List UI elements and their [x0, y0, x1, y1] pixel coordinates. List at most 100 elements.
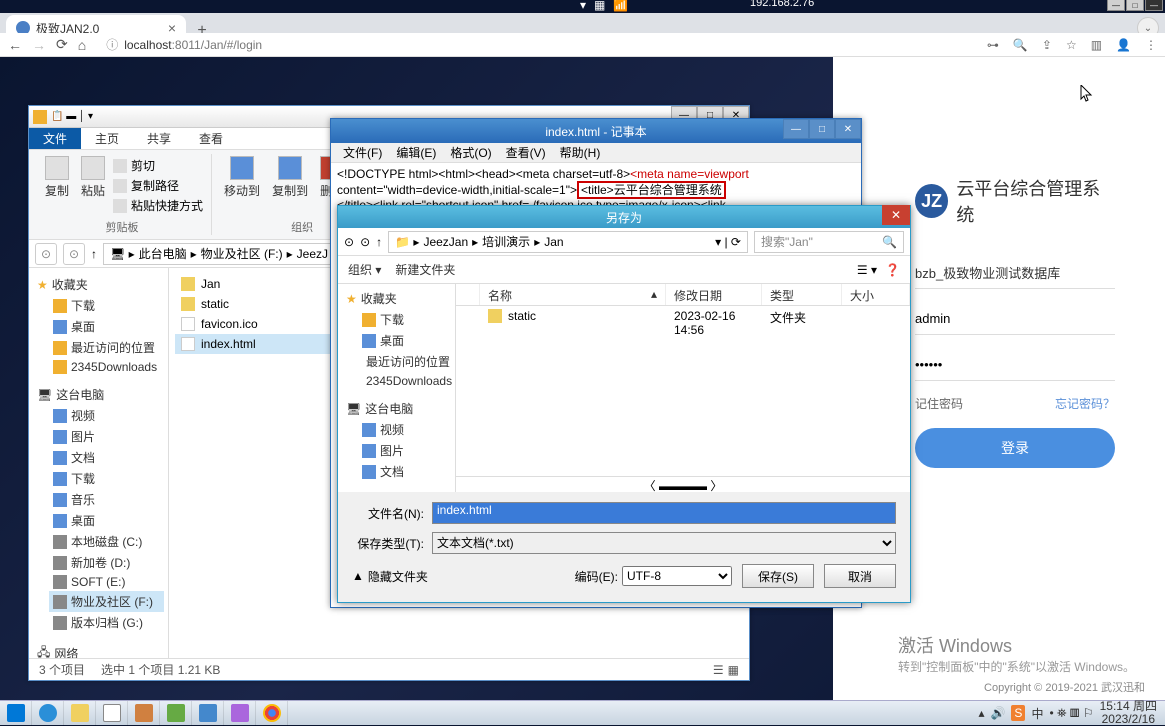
col-name[interactable]: 名称 ▴	[480, 284, 666, 305]
exp-up[interactable]: ↑	[91, 247, 97, 261]
ribbon-tab-share[interactable]: 共享	[133, 128, 185, 149]
ribbon-tab-file[interactable]: 文件	[29, 128, 81, 149]
home-button[interactable]: ⌂	[78, 37, 86, 53]
tree-documents[interactable]: 文档	[49, 447, 164, 468]
remote-maximize[interactable]: □	[1126, 0, 1144, 11]
organize-button[interactable]: 组织 ▾	[348, 261, 381, 278]
view-icons-icon[interactable]: ▦	[728, 663, 739, 677]
moveto-button[interactable]: 移动到	[220, 154, 264, 217]
key-icon[interactable]: ⊶	[987, 38, 999, 52]
forward-button[interactable]: →	[32, 37, 46, 53]
paste-button[interactable]: 粘贴	[77, 154, 109, 217]
taskbar-chrome[interactable]	[256, 701, 288, 726]
tree-network[interactable]: 🖧网络	[33, 641, 164, 658]
tree-favorites[interactable]: ★收藏夹	[33, 274, 164, 295]
save-breadcrumb[interactable]: 📁 ▸JeezJan▸培训演示▸Jan ▾ | ⟳	[388, 231, 748, 253]
tree-music[interactable]: 音乐	[49, 489, 164, 510]
taskbar-app4[interactable]	[224, 701, 256, 726]
save-tree[interactable]: ★收藏夹 下载 桌面 最近访问的位置 2345Downloads 🖥这台电脑 视…	[338, 284, 456, 492]
taskbar-app2[interactable]	[160, 701, 192, 726]
encoding-select[interactable]: UTF-8	[622, 566, 732, 586]
cut-button[interactable]: 剪切	[113, 156, 203, 175]
view-button[interactable]: ☰ ▾	[857, 263, 877, 277]
ribbon-tab-view[interactable]: 查看	[185, 128, 237, 149]
tree-video[interactable]: 视频	[49, 405, 164, 426]
tree-recent[interactable]: 最近访问的位置	[49, 337, 164, 358]
tree-desktop2[interactable]: 桌面	[49, 510, 164, 531]
taskbar-ie[interactable]	[32, 701, 64, 726]
taskbar-app1[interactable]	[128, 701, 160, 726]
tree-ddisk[interactable]: 新加卷 (D:)	[49, 552, 164, 573]
remote-minimize[interactable]: —	[1107, 0, 1125, 11]
filetype-select[interactable]: 文本文档(*.txt)	[432, 532, 896, 554]
taskbar-clock[interactable]: 15:14 周四2023/2/16	[1100, 700, 1157, 726]
save-button[interactable]: 保存(S)	[742, 564, 814, 588]
tree-thispc[interactable]: 🖥这台电脑	[33, 384, 164, 405]
taskbar-explorer[interactable]	[64, 701, 96, 726]
paste-shortcut-button[interactable]: 粘贴快捷方式	[113, 196, 203, 215]
tree-downloads2[interactable]: 下载	[49, 468, 164, 489]
tray-speaker-icon[interactable]: 🔊	[990, 706, 1005, 720]
menu-edit[interactable]: 编辑(E)	[390, 144, 442, 161]
tray-icon[interactable]: ▴	[978, 706, 984, 720]
url-input[interactable]: ⓘ localhost:8011/Jan/#/login	[96, 36, 977, 53]
save-close-button[interactable]: ✕	[882, 205, 910, 225]
zoom-icon[interactable]: 🔍	[1013, 38, 1028, 52]
username-input[interactable]	[915, 303, 1115, 335]
notepad-close[interactable]: ✕	[835, 119, 861, 139]
tray-ime-lang[interactable]: 中	[1031, 705, 1043, 722]
tree-desktop[interactable]: 桌面	[49, 316, 164, 337]
tree-2345[interactable]: 2345Downloads	[49, 358, 164, 376]
remote-close[interactable]: —	[1145, 0, 1163, 11]
exp-fwd[interactable]: ⊙	[63, 243, 85, 265]
remember-checkbox[interactable]: 记住密码	[915, 395, 963, 412]
save-row-static[interactable]: static 2023-02-16 14:56 文件夹	[456, 306, 910, 340]
col-type[interactable]: 类型	[762, 284, 842, 305]
panel-icon[interactable]: ▥	[1091, 38, 1102, 52]
col-size[interactable]: 大小	[842, 284, 910, 305]
help-icon[interactable]: ❓	[885, 263, 900, 277]
taskbar-app3[interactable]	[192, 701, 224, 726]
tree-gdisk[interactable]: 版本归档 (G:)	[49, 612, 164, 633]
save-file-list[interactable]: 名称 ▴ 修改日期 类型 大小 static 2023-02-16 14:56 …	[456, 284, 910, 492]
save-up[interactable]: ↑	[376, 235, 382, 249]
system-tray[interactable]: ▴ 🔊 S 中 • ⛯ ▥ ⚐ 15:14 周四2023/2/16	[970, 700, 1165, 726]
save-search[interactable]: 搜索"Jan"🔍	[754, 231, 904, 253]
copyto-button[interactable]: 复制到	[268, 154, 312, 217]
db-select[interactable]	[915, 257, 1115, 289]
notepad-maximize[interactable]: □	[809, 119, 835, 139]
password-input[interactable]	[915, 349, 1115, 381]
taskbar-notepad[interactable]	[96, 701, 128, 726]
tree-pictures[interactable]: 图片	[49, 426, 164, 447]
filename-input[interactable]: index.html	[432, 502, 896, 524]
menu-view[interactable]: 查看(V)	[500, 144, 552, 161]
copy-path-button[interactable]: 复制路径	[113, 176, 203, 195]
hide-folders-toggle[interactable]: ▲隐藏文件夹	[352, 568, 428, 585]
tree-edisk[interactable]: SOFT (E:)	[49, 573, 164, 591]
new-folder-button[interactable]: 新建文件夹	[395, 261, 455, 278]
menu-help[interactable]: 帮助(H)	[554, 144, 607, 161]
notepad-titlebar[interactable]: index.html - 记事本 — □ ✕	[331, 119, 861, 143]
view-details-icon[interactable]: ☰	[713, 663, 724, 677]
back-button[interactable]: ←	[8, 37, 22, 53]
col-date[interactable]: 修改日期	[666, 284, 762, 305]
save-titlebar[interactable]: 另存为 ✕	[338, 206, 910, 228]
reload-button[interactable]: ⟳	[56, 36, 68, 53]
copy-button[interactable]: 复制	[41, 154, 73, 217]
site-info-icon[interactable]: ⓘ	[106, 36, 118, 53]
save-fwd[interactable]: ⊙	[360, 235, 370, 249]
menu-format[interactable]: 格式(O)	[444, 144, 497, 161]
menu-icon[interactable]: ⋮	[1145, 38, 1157, 52]
tree-cdisk[interactable]: 本地磁盘 (C:)	[49, 531, 164, 552]
explorer-tree[interactable]: ★收藏夹 下载 桌面 最近访问的位置 2345Downloads 🖥这台电脑 视…	[29, 268, 169, 658]
exp-back[interactable]: ⊙	[35, 243, 57, 265]
tray-ime[interactable]: S	[1011, 705, 1025, 721]
tree-downloads[interactable]: 下载	[49, 295, 164, 316]
menu-file[interactable]: 文件(F)	[337, 144, 388, 161]
ribbon-tab-home[interactable]: 主页	[81, 128, 133, 149]
notepad-minimize[interactable]: —	[783, 119, 809, 139]
login-button[interactable]: 登录	[915, 428, 1115, 468]
bookmark-icon[interactable]: ☆	[1066, 38, 1077, 52]
forgot-link[interactable]: 忘记密码？	[1055, 395, 1115, 412]
tree-fdisk[interactable]: 物业及社区 (F:)	[49, 591, 164, 612]
